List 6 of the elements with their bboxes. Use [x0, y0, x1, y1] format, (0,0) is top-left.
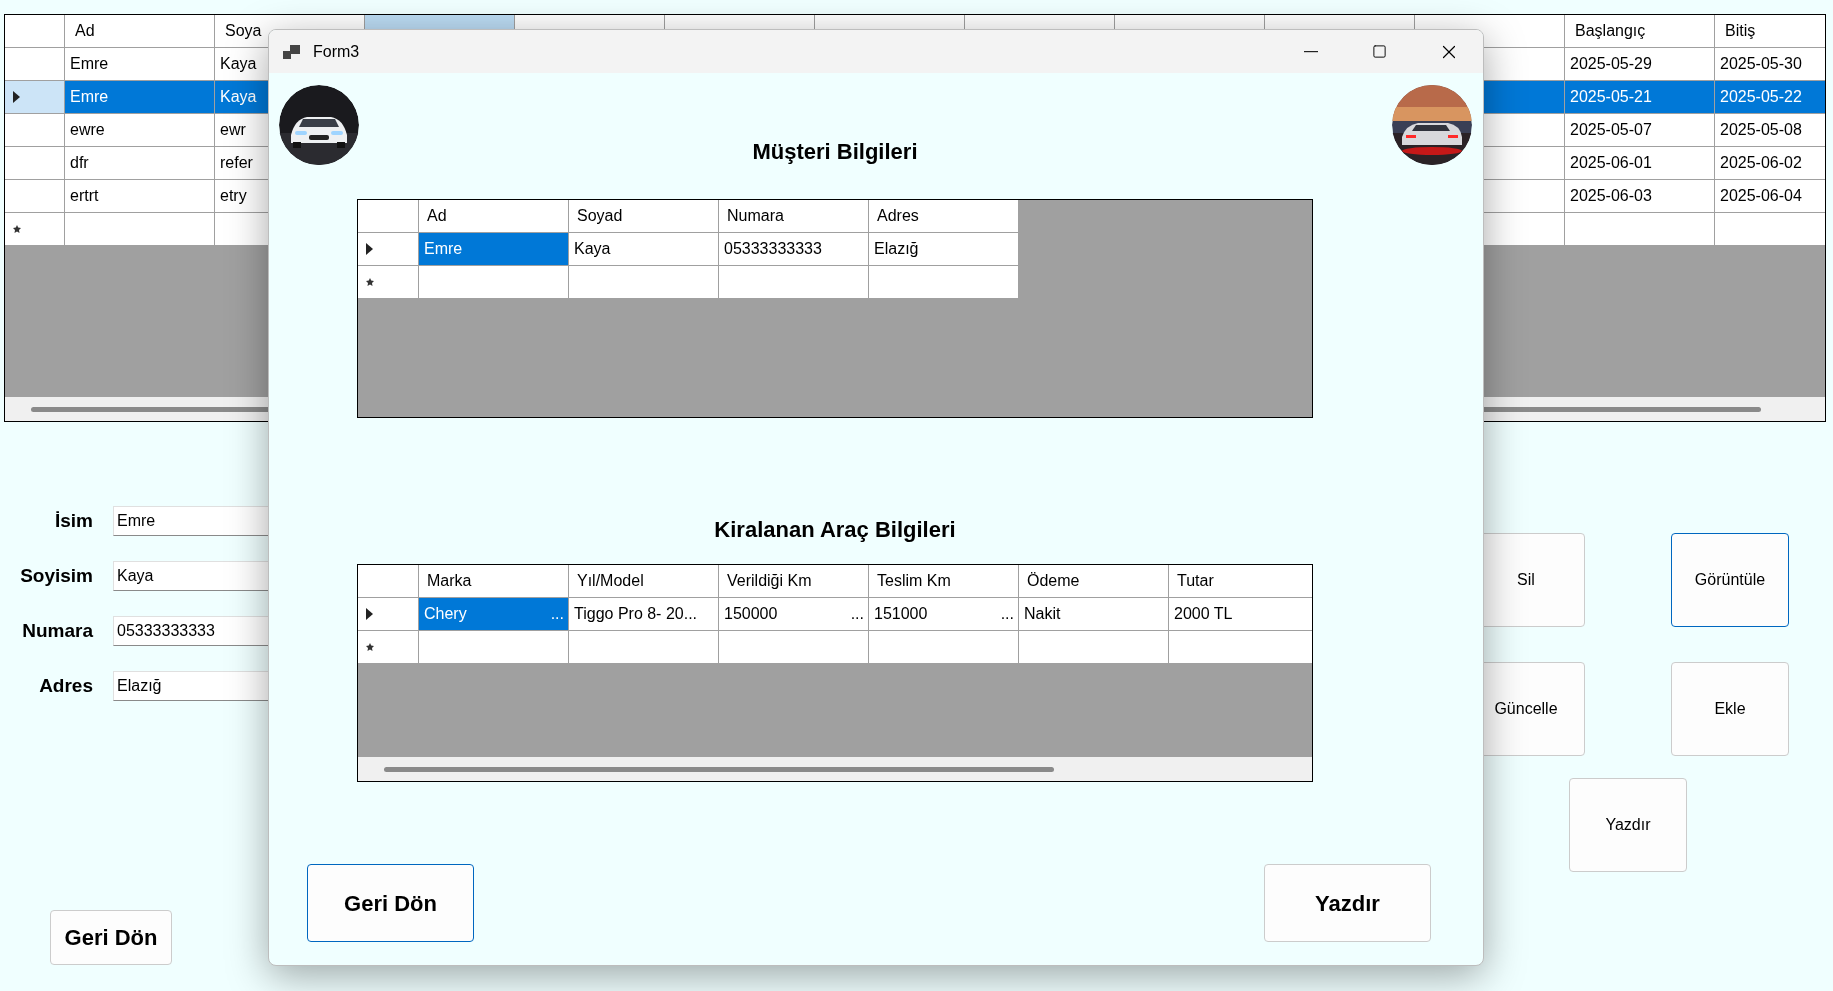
- field-label: Adres: [38, 673, 93, 698]
- section-title: Müşteri Bilgileri: [752, 139, 918, 165]
- section-title: Kiralanan Araç Bilgileri: [714, 517, 956, 543]
- field-label: Numara: [21, 618, 93, 643]
- field-label: İsim: [53, 508, 93, 533]
- field-label: Soyisim: [19, 563, 93, 588]
